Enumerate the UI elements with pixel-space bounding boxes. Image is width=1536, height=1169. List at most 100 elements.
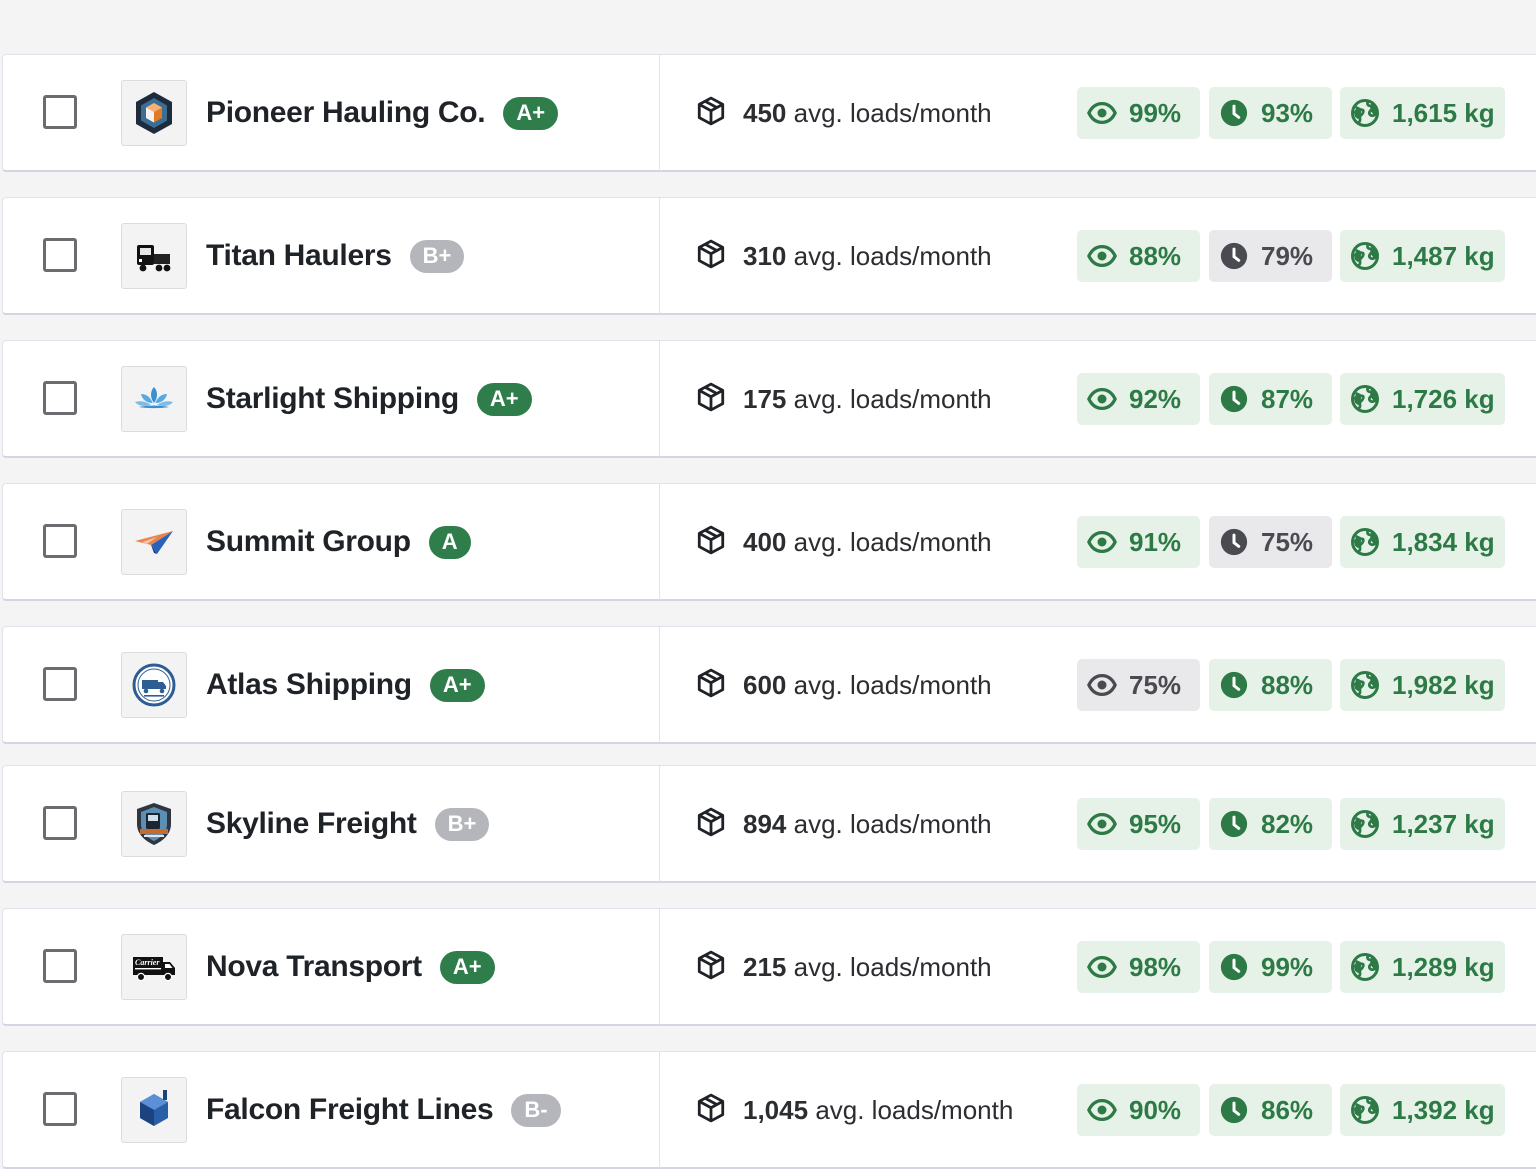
lotus-logo xyxy=(121,366,187,432)
loads-text: 175 avg. loads/month xyxy=(743,384,992,415)
visibility-metric-value: 95% xyxy=(1129,808,1182,839)
clock-icon xyxy=(1219,809,1249,839)
carrier-row[interactable]: Starlight Shipping A+ 175 avg. loads/month… xyxy=(2,340,1536,458)
emission-metric-value: 1,487 kg xyxy=(1392,240,1495,271)
column-divider xyxy=(659,627,660,743)
on-time-metric: 79% xyxy=(1209,230,1332,282)
select-checkbox[interactable] xyxy=(43,949,77,983)
clock-icon xyxy=(1219,670,1249,700)
carrier-name[interactable]: Summit Group xyxy=(206,525,411,559)
carrier-name[interactable]: Starlight Shipping xyxy=(206,382,459,416)
loads-text: 310 avg. loads/month xyxy=(743,241,992,272)
emission-metric: 1,834 kg xyxy=(1340,516,1505,568)
loads-suffix: avg. loads/month xyxy=(793,97,992,128)
carrier-row[interactable]: Skyline Freight B+ 894 avg. loads/month 95%… xyxy=(2,765,1536,883)
clock-icon xyxy=(1219,98,1249,128)
on-time-metric: 88% xyxy=(1209,659,1332,711)
on-time-metric-value: 88% xyxy=(1261,669,1314,700)
clock-icon xyxy=(1219,527,1249,557)
carrier-row[interactable]: Carrier Nova Transport A+ 215 avg. loads/mo… xyxy=(2,908,1536,1026)
visibility-metric-value: 88% xyxy=(1129,240,1182,271)
visibility-metric-value: 98% xyxy=(1129,951,1182,982)
emission-metric-value: 1,982 kg xyxy=(1392,669,1495,700)
loads-count: 450 xyxy=(743,97,787,128)
carrier-row[interactable]: Falcon Freight Lines B- 1,045 avg. loads/m… xyxy=(2,1051,1536,1169)
clock-icon xyxy=(1219,952,1249,982)
loads-count: 310 xyxy=(743,240,787,271)
select-checkbox[interactable] xyxy=(43,381,77,415)
carrier-row[interactable]: Summit Group A 400 avg. loads/month 91% 75% 1… xyxy=(2,483,1536,601)
eye-icon xyxy=(1087,952,1117,982)
select-checkbox[interactable] xyxy=(43,1092,77,1126)
column-divider xyxy=(659,198,660,314)
on-time-metric-value: 86% xyxy=(1261,1094,1314,1125)
carrier-name-group: Skyline Freight B+ xyxy=(206,766,490,882)
loads-suffix: avg. loads/month xyxy=(793,669,992,700)
loads-group: 400 avg. loads/month xyxy=(695,484,992,600)
loads-suffix: avg. loads/month xyxy=(793,383,992,414)
loads-count: 1,045 xyxy=(743,1094,809,1125)
carrier-name-group: Summit Group A xyxy=(206,484,471,600)
clock-icon xyxy=(1219,384,1249,414)
box-icon xyxy=(695,806,727,843)
select-checkbox[interactable] xyxy=(43,238,77,272)
on-time-metric: 87% xyxy=(1209,373,1332,425)
paper-plane-logo xyxy=(121,509,187,575)
carrier-row[interactable]: Atlas Shipping A+ 600 avg. loads/month 75% 8… xyxy=(2,626,1536,744)
globe-icon xyxy=(1350,384,1380,414)
select-checkbox[interactable] xyxy=(43,95,77,129)
semi-truck-logo xyxy=(121,223,187,289)
loads-text: 400 avg. loads/month xyxy=(743,527,992,558)
loads-group: 450 avg. loads/month xyxy=(695,55,992,171)
on-time-metric: 86% xyxy=(1209,1084,1332,1136)
box-icon xyxy=(695,381,727,418)
carrier-name[interactable]: Skyline Freight xyxy=(206,807,417,841)
carrier-name[interactable]: Pioneer Hauling Co. xyxy=(206,96,486,130)
on-time-metric-value: 82% xyxy=(1261,808,1314,839)
on-time-metric: 82% xyxy=(1209,798,1332,850)
visibility-metric-value: 92% xyxy=(1129,383,1182,414)
select-checkbox[interactable] xyxy=(43,806,77,840)
emission-metric-value: 1,834 kg xyxy=(1392,526,1495,557)
globe-icon xyxy=(1350,952,1380,982)
box-icon xyxy=(695,1092,727,1129)
on-time-metric-value: 79% xyxy=(1261,240,1314,271)
carrier-name[interactable]: Falcon Freight Lines xyxy=(206,1093,494,1127)
carrier-name[interactable]: Atlas Shipping xyxy=(206,668,412,702)
svg-text:Carrier: Carrier xyxy=(135,958,160,967)
on-time-metric-value: 87% xyxy=(1261,383,1314,414)
carrier-row[interactable]: Pioneer Hauling Co. A+ 450 avg. loads/mont… xyxy=(2,54,1536,172)
clock-icon xyxy=(1219,1095,1249,1125)
loads-count: 175 xyxy=(743,383,787,414)
loads-text: 215 avg. loads/month xyxy=(743,952,992,983)
column-divider xyxy=(659,1052,660,1168)
emission-metric-value: 1,289 kg xyxy=(1392,951,1495,982)
carrier-name[interactable]: Titan Haulers xyxy=(206,239,392,273)
on-time-metric-value: 99% xyxy=(1261,951,1314,982)
box-icon xyxy=(695,524,727,561)
loads-group: 894 avg. loads/month xyxy=(695,766,992,882)
on-time-metric: 75% xyxy=(1209,516,1332,568)
emission-metric-value: 1,237 kg xyxy=(1392,808,1495,839)
emission-metric: 1,487 kg xyxy=(1340,230,1505,282)
select-checkbox[interactable] xyxy=(43,524,77,558)
loads-suffix: avg. loads/month xyxy=(793,951,992,982)
loads-group: 215 avg. loads/month xyxy=(695,909,992,1025)
eye-icon xyxy=(1087,527,1117,557)
box-icon xyxy=(695,949,727,986)
select-checkbox[interactable] xyxy=(43,667,77,701)
column-divider xyxy=(659,766,660,882)
box-icon xyxy=(695,238,727,275)
eye-icon xyxy=(1087,809,1117,839)
loads-group: 600 avg. loads/month xyxy=(695,627,992,743)
on-time-metric: 99% xyxy=(1209,941,1332,993)
loads-suffix: avg. loads/month xyxy=(815,1094,1014,1125)
globe-icon xyxy=(1350,527,1380,557)
eye-icon xyxy=(1087,384,1117,414)
visibility-metric-value: 90% xyxy=(1129,1094,1182,1125)
carrier-row[interactable]: Titan Haulers B+ 310 avg. loads/month 88% 79… xyxy=(2,197,1536,315)
carrier-name[interactable]: Nova Transport xyxy=(206,950,422,984)
carrier-name-group: Nova Transport A+ xyxy=(206,909,495,1025)
grade-badge: A xyxy=(428,525,471,559)
on-time-metric-value: 93% xyxy=(1261,97,1314,128)
